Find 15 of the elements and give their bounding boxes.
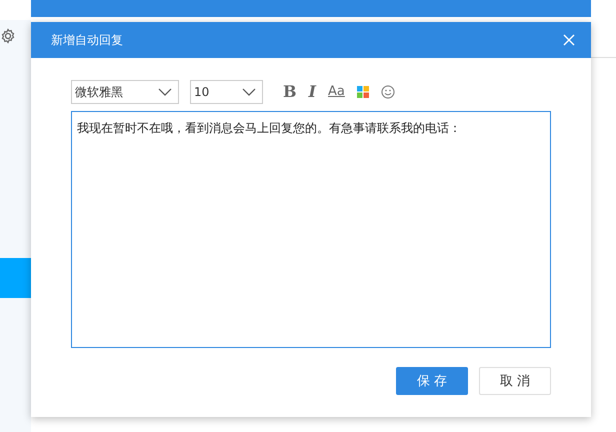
font-size-button[interactable]: Aa: [328, 83, 345, 101]
close-icon[interactable]: [563, 34, 575, 46]
font-select[interactable]: 微软雅黑: [71, 80, 179, 104]
bold-button[interactable]: B: [283, 83, 297, 101]
size-select[interactable]: 10: [190, 80, 263, 104]
dialog-title: 新增自动回复: [51, 32, 123, 48]
save-button[interactable]: 保 存: [396, 367, 468, 395]
color-grid-icon[interactable]: [356, 86, 369, 98]
italic-button[interactable]: I: [308, 83, 316, 101]
message-field[interactable]: 我现在暂时不在哦，看到消息会马上回复您的。有急事请联系我的电话：: [71, 111, 551, 348]
chevron-icon: [242, 88, 256, 96]
chevron-icon: [158, 88, 172, 96]
smiley-icon[interactable]: [380, 85, 395, 99]
cancel-button[interactable]: 取 消: [479, 367, 551, 395]
settings-icon[interactable]: [0, 28, 16, 44]
